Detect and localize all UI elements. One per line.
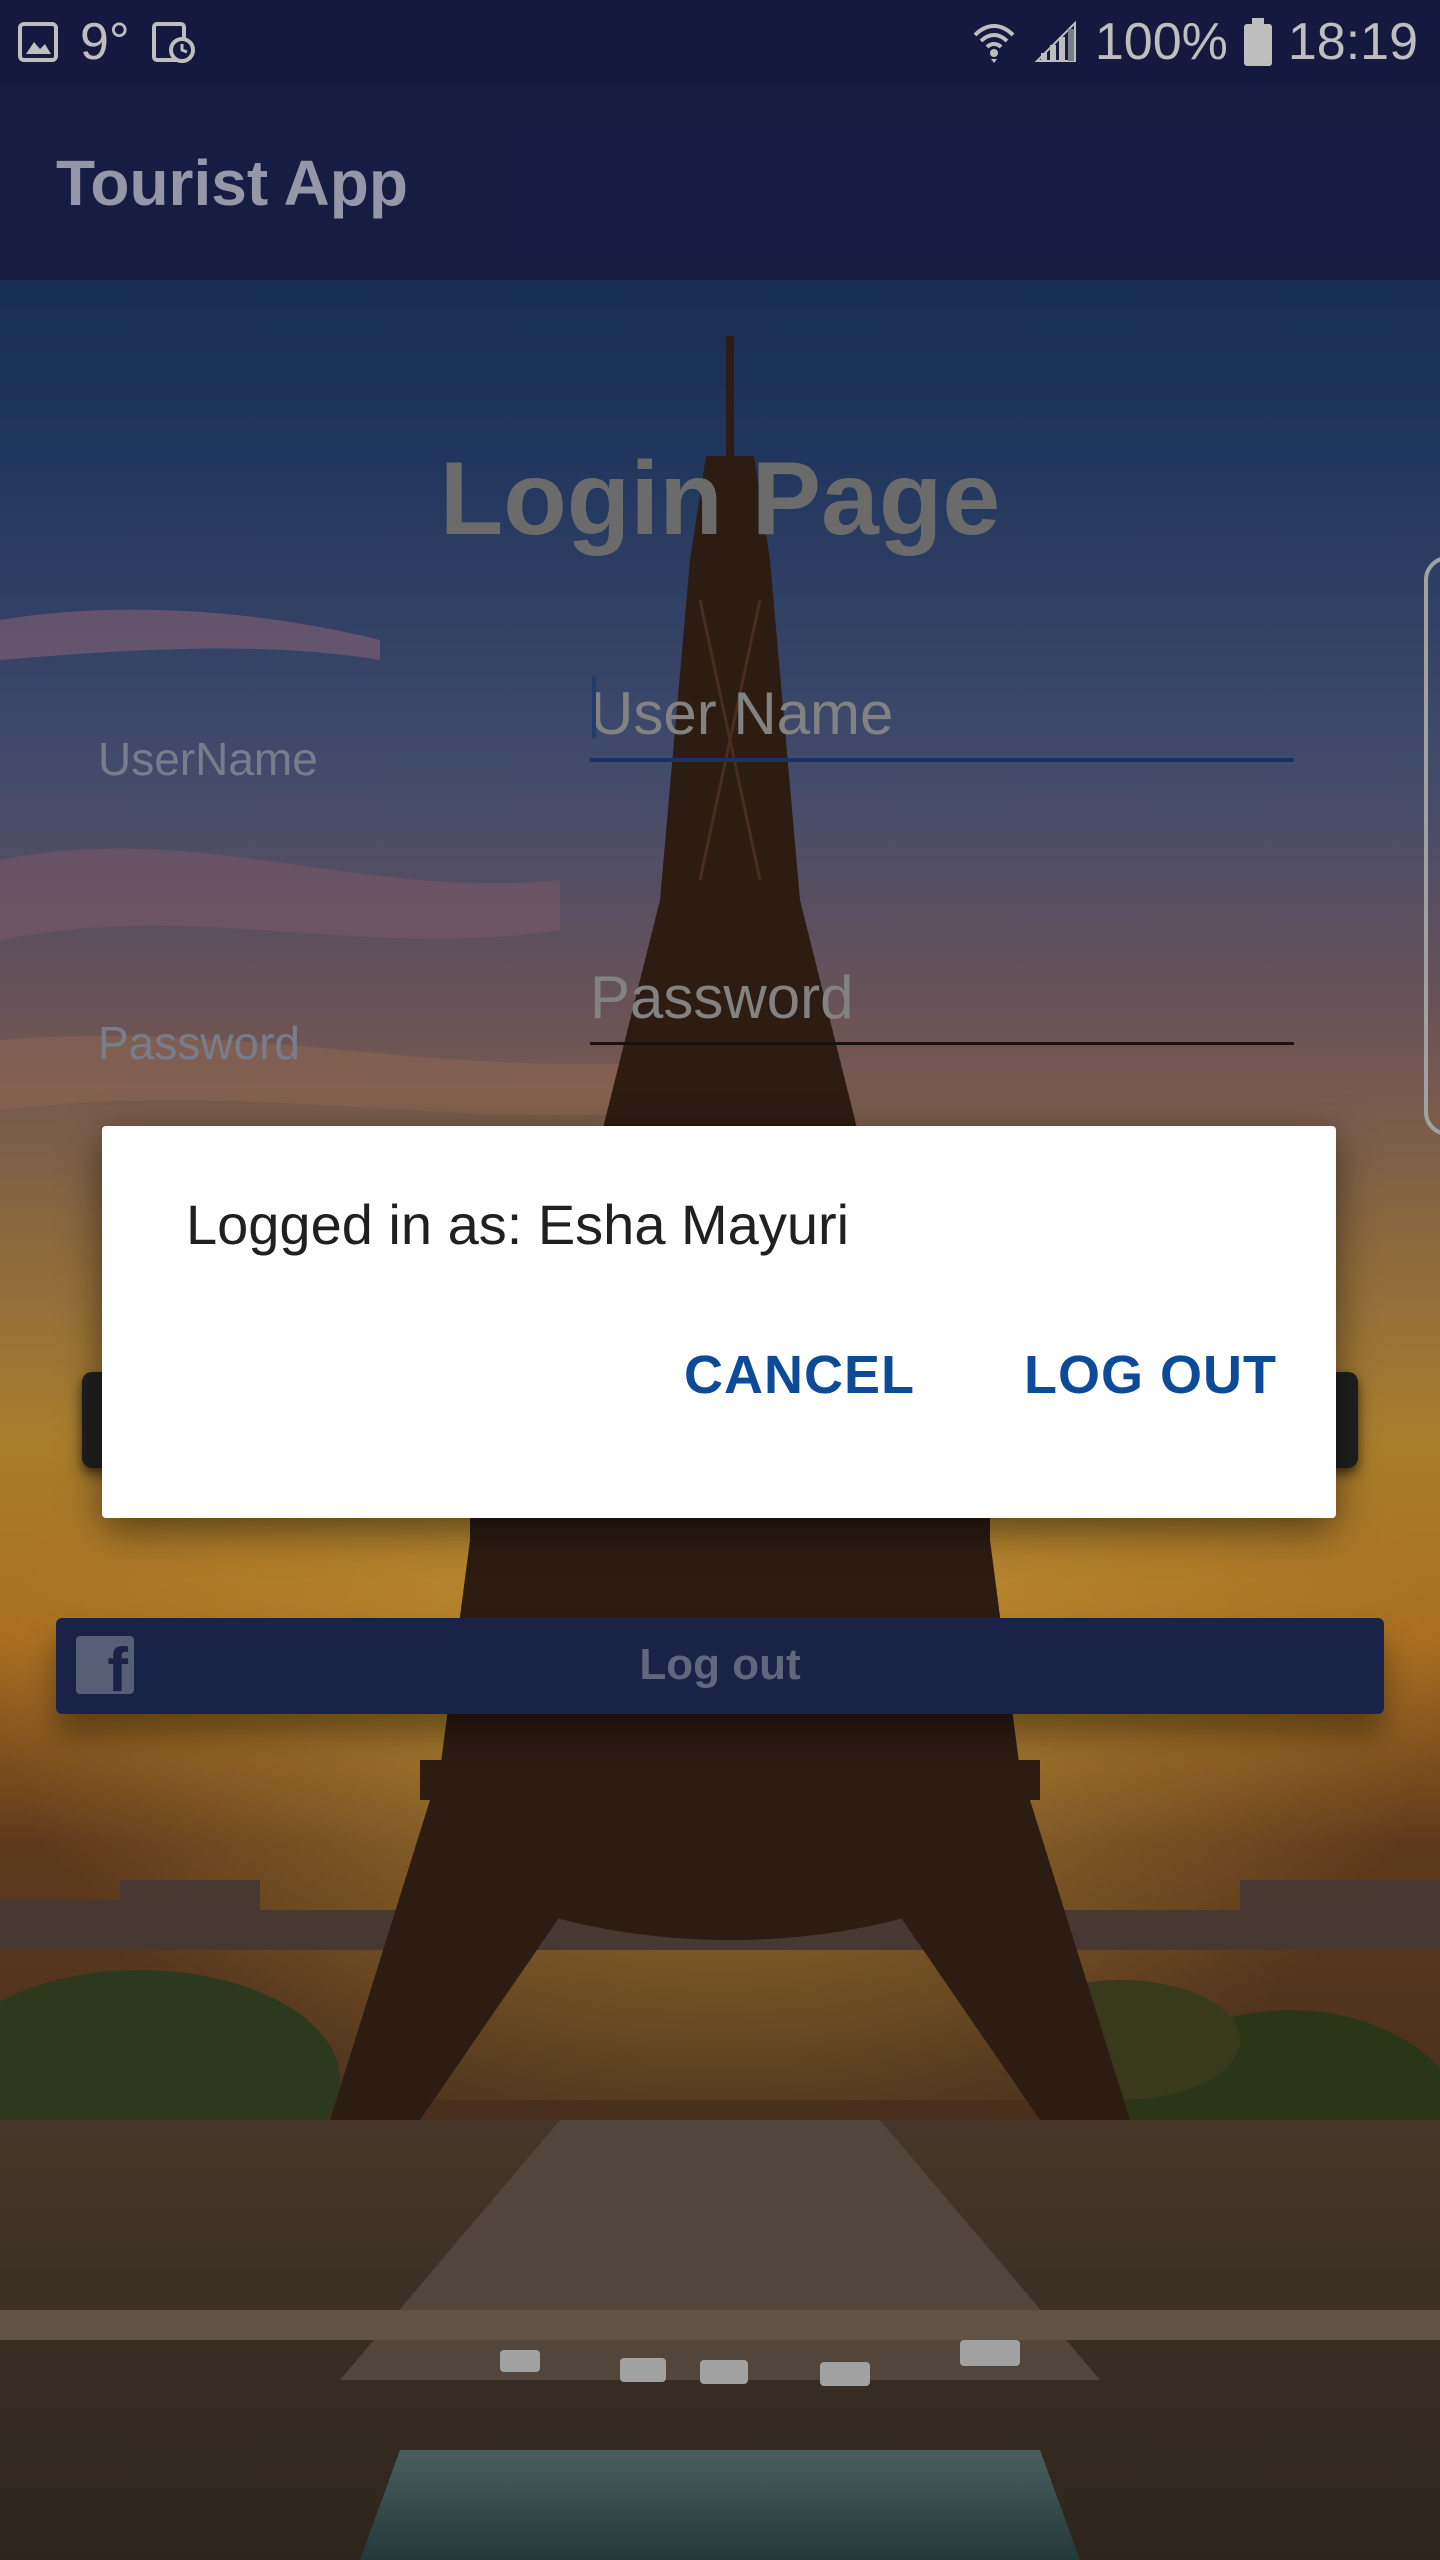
username-input[interactable]	[590, 668, 1294, 762]
battery-icon	[1243, 18, 1272, 66]
text-cursor	[592, 676, 596, 738]
login-page-title: Login Page	[439, 441, 1001, 557]
cancel-button[interactable]: CANCEL	[684, 1344, 915, 1406]
cell-signal-icon	[1034, 20, 1076, 62]
facebook-logout-button[interactable]: f Log out	[56, 1618, 1384, 1714]
battery-percent-text: 100%	[1094, 13, 1228, 71]
edge-panel-handle[interactable]	[1424, 556, 1440, 1136]
clock-text: 18:19	[1287, 13, 1418, 71]
logout-button[interactable]: LOG OUT	[1024, 1344, 1277, 1406]
username-label: UserName	[98, 733, 318, 785]
app-screen: 9° 100% 18:19 Tourist App Login Page Use…	[0, 0, 1440, 2560]
calendar-clock-icon	[151, 22, 195, 63]
gallery-icon	[18, 22, 58, 62]
password-input[interactable]	[590, 952, 1294, 1045]
app-title: Tourist App	[56, 147, 408, 219]
temperature-text: 9°	[80, 13, 130, 71]
status-bar-left: 9°	[18, 0, 196, 84]
app-bar: Tourist App	[0, 84, 1440, 280]
status-bar: 9° 100% 18:19	[0, 0, 1440, 84]
facebook-logout-label: Log out	[639, 1640, 801, 1689]
password-label: Password	[98, 1017, 300, 1069]
wifi-icon	[973, 24, 1015, 63]
logged-in-dialog: Logged in as: Esha Mayuri CANCEL LOG OUT	[102, 1126, 1336, 1518]
dialog-message: Logged in as: Esha Mayuri	[186, 1193, 850, 1256]
status-bar-right: 100% 18:19	[971, 0, 1418, 84]
